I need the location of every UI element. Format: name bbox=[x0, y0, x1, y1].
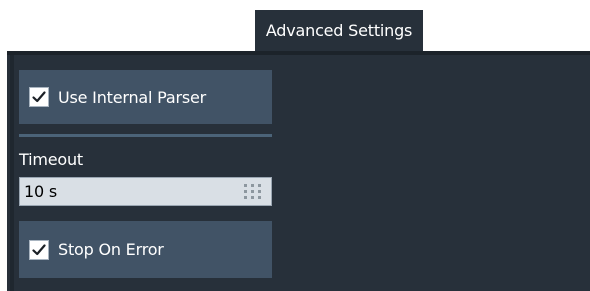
stop-on-error-label: Stop On Error bbox=[58, 240, 164, 259]
tab-advanced-settings[interactable]: Advanced Settings bbox=[255, 10, 423, 51]
tab-label: Advanced Settings bbox=[265, 21, 413, 40]
panel-edge bbox=[10, 55, 14, 291]
timeout-label: Timeout bbox=[19, 150, 83, 169]
use-internal-parser-toggle[interactable]: Use Internal Parser bbox=[19, 70, 272, 124]
use-internal-parser-label: Use Internal Parser bbox=[58, 87, 206, 107]
use-internal-parser-checkbox[interactable] bbox=[29, 87, 49, 107]
check-icon bbox=[32, 91, 46, 103]
settings-panel: Use Internal Parser Timeout 10 s Stop On… bbox=[7, 51, 590, 291]
check-icon bbox=[32, 243, 46, 255]
timeout-input[interactable]: 10 s bbox=[19, 177, 272, 206]
timeout-value: 10 s bbox=[24, 182, 57, 201]
keypad-icon[interactable] bbox=[244, 184, 263, 199]
advanced-settings-page: Advanced Settings Use Internal Parser Ti… bbox=[0, 0, 590, 291]
section-divider bbox=[19, 134, 272, 137]
stop-on-error-toggle[interactable]: Stop On Error bbox=[19, 221, 272, 278]
stop-on-error-checkbox[interactable] bbox=[29, 239, 49, 260]
